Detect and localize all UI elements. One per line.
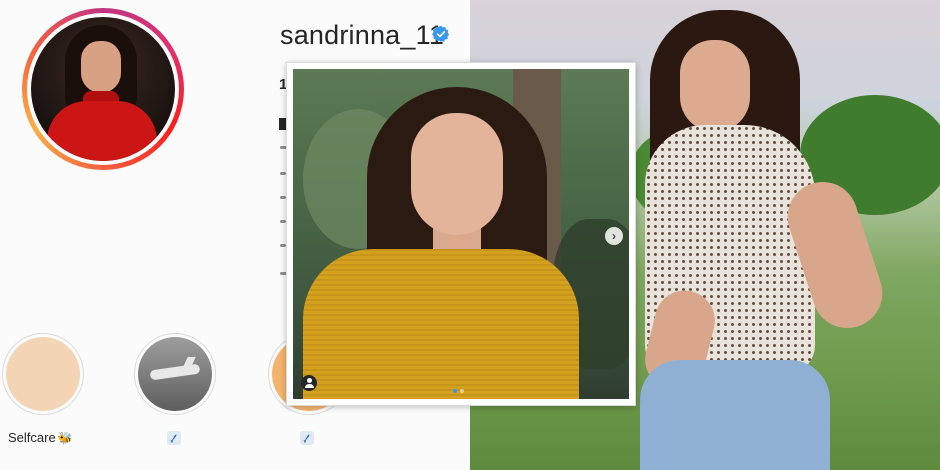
highlight-travel[interactable] (134, 333, 216, 415)
carousel-dot (460, 389, 464, 393)
profile-avatar-story-ring[interactable] (22, 8, 184, 170)
tagged-user-icon[interactable] (301, 375, 317, 391)
jeans (640, 360, 830, 470)
bee-icon: 🐝 (57, 430, 73, 445)
airplane-icon (167, 431, 181, 445)
yellow-sweater (303, 249, 579, 399)
profile-username: sandrinna_11 (280, 20, 445, 50)
verified-badge-icon (432, 25, 450, 43)
carousel-dot-active (453, 389, 457, 393)
highlight-label-travel[interactable] (166, 430, 182, 446)
post-image[interactable]: › (293, 69, 629, 399)
post-preview-card[interactable]: › (286, 62, 636, 406)
airplane-icon (300, 431, 314, 445)
highlight-label-third[interactable] (299, 430, 315, 446)
highlight-selfcare[interactable] (2, 333, 84, 415)
avatar[interactable] (31, 17, 175, 161)
highlight-label-selfcare[interactable]: Selfcare 🐝 (8, 430, 73, 445)
highlight-cover (6, 337, 80, 411)
chevron-right-icon[interactable]: › (605, 227, 623, 245)
highlight-cover (138, 337, 212, 411)
carousel-dots (453, 389, 464, 393)
